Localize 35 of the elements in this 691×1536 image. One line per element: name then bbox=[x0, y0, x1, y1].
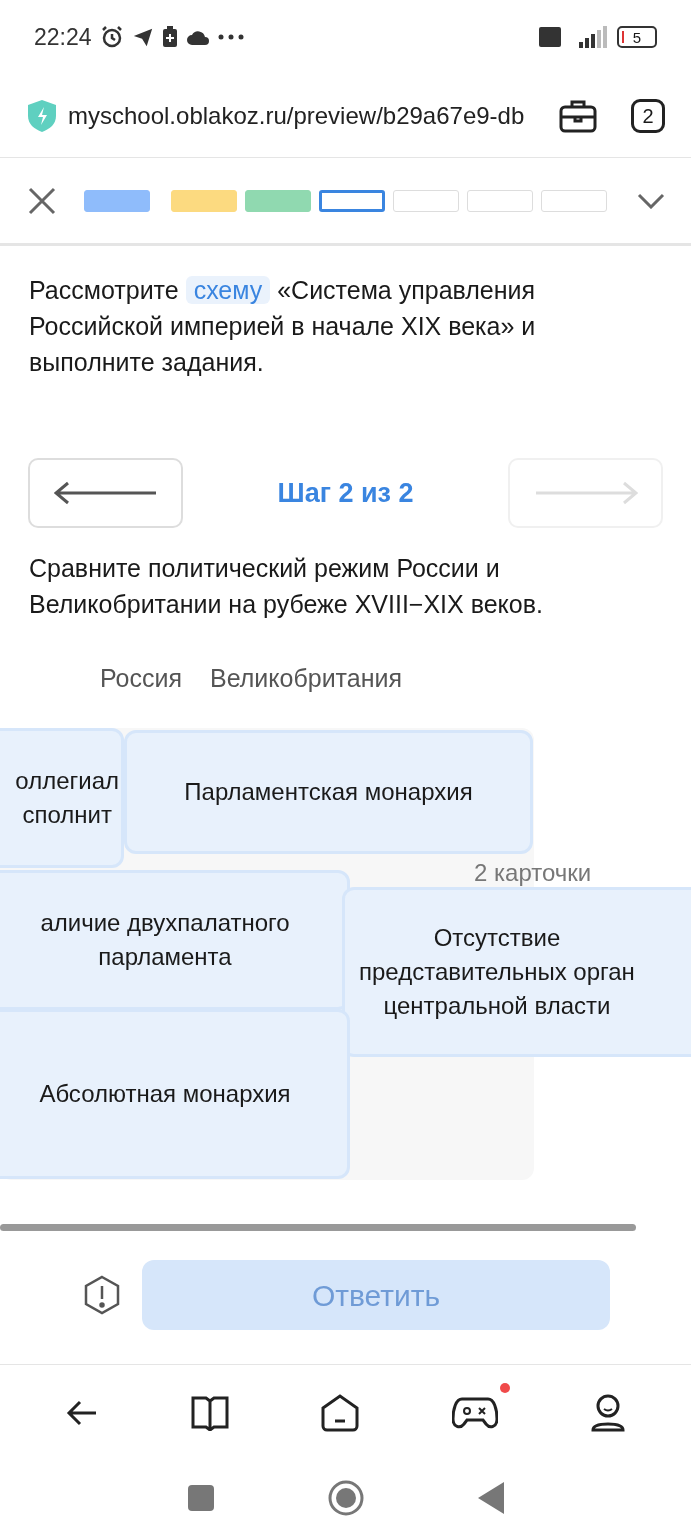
arrow-left-icon bbox=[53, 481, 158, 505]
url-text[interactable]: myschool.oblakoz.ru/preview/b29a67e9-db bbox=[68, 97, 549, 134]
answer-card[interactable]: Парламентская монархия bbox=[124, 729, 533, 854]
tab-count-button[interactable]: 2 bbox=[631, 98, 665, 133]
back-icon[interactable] bbox=[477, 1481, 504, 1514]
answer-card[interactable]: оллегиал сполнит bbox=[0, 727, 124, 868]
cards-count: 2 карточки bbox=[474, 857, 592, 888]
intro-text: Рассмотрите схему «Система управления Российской империей в начале XIX века» и выполните задания. bbox=[28, 275, 537, 378]
column-heading[interactable]: Великобритания bbox=[210, 660, 402, 698]
more-icon bbox=[217, 34, 244, 40]
progress-segment[interactable] bbox=[319, 189, 385, 212]
home-icon[interactable] bbox=[321, 1393, 360, 1432]
answer-card[interactable]: Абсолютная монархия bbox=[0, 1008, 350, 1179]
step-label: Шаг 2 из 2 bbox=[276, 476, 415, 510]
close-icon[interactable] bbox=[28, 186, 56, 215]
arrow-right-icon bbox=[533, 481, 638, 505]
cloud-icon bbox=[185, 29, 210, 45]
battery-saver-icon bbox=[161, 26, 178, 48]
book-icon[interactable] bbox=[190, 1394, 229, 1431]
home-button-icon[interactable] bbox=[327, 1479, 364, 1516]
chevron-down-icon[interactable] bbox=[637, 192, 665, 209]
report-icon[interactable] bbox=[82, 1275, 122, 1315]
battery-indicator: 5 bbox=[617, 26, 657, 48]
profile-icon[interactable] bbox=[590, 1393, 625, 1432]
previous-step-button[interactable] bbox=[28, 458, 183, 528]
back-arrow-icon[interactable] bbox=[66, 1398, 99, 1427]
scrollbar[interactable] bbox=[0, 1223, 636, 1231]
briefcase-icon[interactable] bbox=[559, 98, 597, 133]
status-time: 22:24 bbox=[34, 22, 92, 52]
answer-card[interactable]: Отсутствие представительных орган центральной власти bbox=[342, 886, 691, 1057]
answer-card[interactable]: аличие двухпалатного парламента bbox=[0, 869, 350, 1010]
question-text: Сравните политический режим России и Великобритании на рубеже XVIII−XIX веков. bbox=[28, 553, 544, 620]
shield-icon bbox=[26, 98, 58, 133]
column-heading[interactable]: Россия bbox=[100, 660, 182, 698]
recents-icon[interactable] bbox=[187, 1484, 214, 1511]
